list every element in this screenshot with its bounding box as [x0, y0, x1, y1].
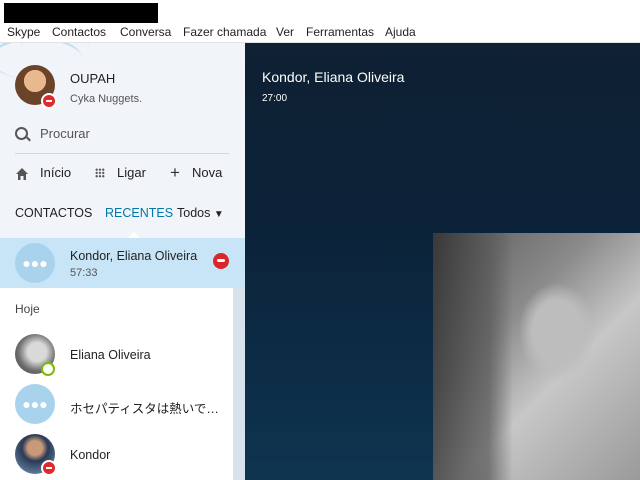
section-today: Hoje [15, 302, 40, 316]
contact-tabs: CONTACTOS RECENTES Todos ▼ [15, 206, 235, 226]
active-call-duration: 57:33 [70, 267, 98, 279]
active-call-row[interactable]: ●●● Kondor, Eliana Oliveira 57:33 [0, 238, 245, 288]
divider [15, 153, 229, 154]
menu-bar: Skype Contactos Conversa Fazer chamada V… [0, 24, 640, 43]
call-timer: 27:00 [262, 93, 288, 104]
search-icon [15, 127, 28, 140]
search-input[interactable]: Procurar [40, 126, 90, 141]
home-button[interactable]: Início [40, 165, 71, 180]
video-feed[interactable] [433, 233, 640, 480]
menu-fazer-chamada[interactable]: Fazer chamada [183, 25, 266, 39]
menu-skype[interactable]: Skype [7, 25, 40, 39]
active-call-name: Kondor, Eliana Oliveira [70, 249, 198, 263]
busy-status-icon [41, 93, 57, 109]
title-redaction [4, 3, 158, 23]
plus-icon: + [170, 163, 180, 182]
title-bar [0, 0, 640, 24]
call-button[interactable]: Ligar [117, 165, 146, 180]
menu-ferramentas[interactable]: Ferramentas [306, 25, 374, 39]
chevron-down-icon: ▼ [213, 209, 224, 220]
group-icon: ●●● [22, 396, 48, 412]
group-avatar: ●●● [15, 384, 55, 424]
menu-ver[interactable]: Ver [276, 25, 294, 39]
online-status-icon [41, 362, 55, 376]
filter-dropdown[interactable]: Todos ▼ [177, 206, 224, 220]
recent-list: Hoje Eliana Oliveira ●●● ホセパティスタは熱いで… Ko… [0, 288, 233, 480]
search-box[interactable]: Procurar [15, 125, 229, 147]
group-icon: ●●● [22, 255, 48, 271]
hangup-icon[interactable] [213, 253, 229, 269]
home-icon [16, 168, 28, 180]
scrollbar[interactable] [233, 288, 245, 480]
call-title: Kondor, Eliana Oliveira [262, 69, 405, 85]
tab-recent[interactable]: RECENTES [105, 206, 173, 220]
menu-contactos[interactable]: Contactos [52, 25, 106, 39]
filter-label: Todos [177, 206, 211, 220]
busy-status-icon [41, 460, 57, 476]
dialpad-icon [95, 168, 105, 178]
contact-name: Eliana Oliveira [70, 348, 151, 362]
call-panel: Kondor, Eliana Oliveira 27:00 [245, 43, 640, 480]
video-shading [433, 233, 513, 480]
contact-name: Kondor [70, 448, 111, 462]
action-bar: Início Ligar + Nova [15, 163, 235, 185]
sidebar: OUPAH Cyka Nuggets. Procurar Início Liga… [0, 43, 245, 480]
tab-contacts[interactable]: CONTACTOS [15, 206, 92, 220]
profile-mood[interactable]: Cyka Nuggets. [70, 93, 142, 105]
menu-ajuda[interactable]: Ajuda [385, 25, 416, 39]
profile-name[interactable]: OUPAH [70, 71, 115, 86]
new-button[interactable]: Nova [192, 165, 222, 180]
menu-conversa[interactable]: Conversa [120, 25, 171, 39]
contact-name: ホセパティスタは熱いで… [70, 402, 219, 416]
group-avatar: ●●● [15, 243, 55, 283]
